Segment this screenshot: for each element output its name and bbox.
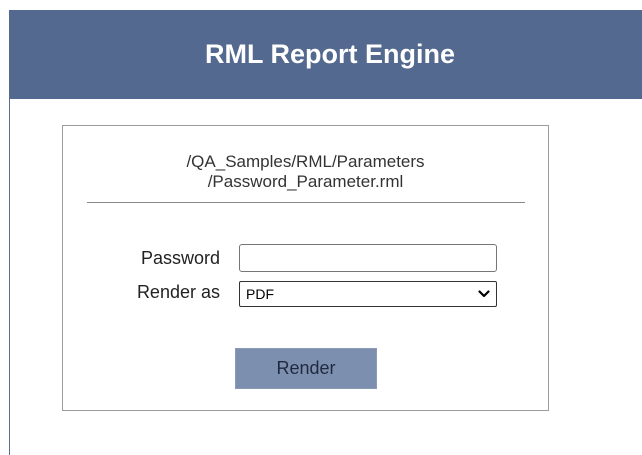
parameter-panel: /QA_Samples/RML/Parameters /Password_Par… — [62, 125, 549, 411]
render-as-selected-value: PDF — [246, 286, 274, 302]
report-path-line-1: /QA_Samples/RML/Parameters — [186, 152, 425, 171]
report-path: /QA_Samples/RML/Parameters /Password_Par… — [63, 152, 548, 192]
render-as-label: Render as — [136, 282, 220, 302]
chevron-down-icon — [478, 290, 490, 298]
app-title: RML Report Engine — [205, 39, 456, 69]
header-bar: RML Report Engine — [9, 10, 642, 99]
render-button[interactable]: Render — [235, 348, 377, 389]
report-page: RML Report Engine /QA_Samples/RML/Parame… — [0, 0, 642, 455]
render-as-select[interactable]: PDF — [239, 281, 497, 307]
password-label: Password — [140, 248, 220, 268]
report-path-line-2: /Password_Parameter.rml — [207, 172, 404, 191]
path-divider — [87, 202, 525, 203]
password-field[interactable] — [239, 244, 497, 272]
